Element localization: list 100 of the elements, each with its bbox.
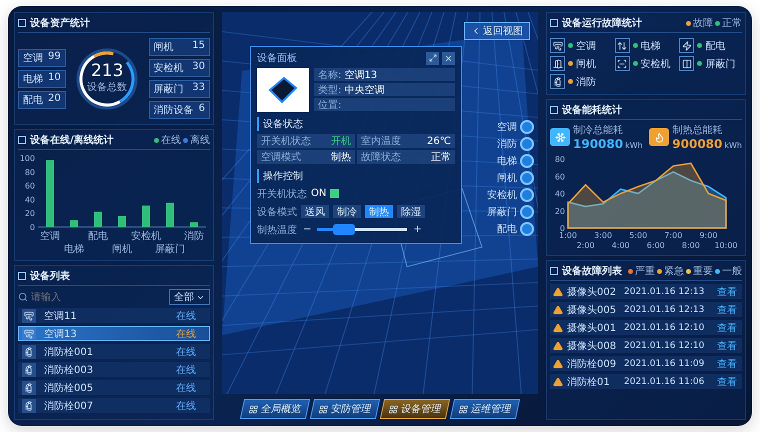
energy-value: 190080 bbox=[573, 137, 624, 151]
filter-dropdown[interactable]: 全部 bbox=[169, 289, 210, 305]
field-label: 名称: bbox=[318, 68, 342, 82]
axis-label: 6:00 bbox=[646, 241, 665, 250]
view-link[interactable]: 查看 bbox=[717, 302, 739, 316]
back-button[interactable]: 返回视图 bbox=[464, 22, 530, 40]
legend-label: 严重 bbox=[635, 264, 655, 278]
device-label: 闸机 bbox=[576, 58, 596, 70]
legend-label: 离线 bbox=[190, 134, 210, 147]
device-label: 屏蔽门 bbox=[705, 58, 736, 70]
field-value: 空调13 bbox=[344, 68, 378, 82]
bar bbox=[118, 216, 126, 227]
view-link[interactable]: 查看 bbox=[717, 320, 739, 334]
axis-label: 8:00 bbox=[682, 241, 700, 250]
stat-value: 10 bbox=[48, 72, 61, 84]
field-label: 开关机状态 bbox=[261, 134, 311, 148]
axis-label: 20 bbox=[24, 209, 35, 218]
device-name: 消防栓003 bbox=[44, 364, 94, 377]
view-link[interactable]: 查看 bbox=[717, 338, 739, 352]
axis-label: 0 bbox=[30, 223, 35, 232]
layer-toggle[interactable]: 安检机 bbox=[487, 188, 534, 202]
layer-toggle[interactable]: 消防 bbox=[497, 137, 534, 151]
nav-tab[interactable]: 全局概览 bbox=[240, 399, 310, 419]
nav-tab[interactable]: 安防管理 bbox=[310, 399, 380, 419]
device-label: 消防 bbox=[576, 76, 596, 88]
nav-tab[interactable]: 运维管理 bbox=[450, 399, 520, 419]
view-link[interactable]: 查看 bbox=[717, 356, 739, 370]
mode-option[interactable]: 送风 bbox=[301, 205, 329, 218]
energy-value: 900080 bbox=[672, 137, 722, 151]
section-icon bbox=[18, 272, 26, 280]
close-button[interactable] bbox=[442, 52, 455, 64]
layer-toggle[interactable]: 空调 bbox=[497, 120, 534, 134]
field-value: 正常 bbox=[431, 150, 451, 164]
maximize-button[interactable] bbox=[426, 52, 439, 64]
axis-label: 10:00 bbox=[714, 241, 738, 250]
stat-label: 配电 bbox=[23, 94, 43, 106]
fault-time: 2021.01.16 11:06 bbox=[624, 376, 706, 386]
nav-tab[interactable]: 设备管理 bbox=[380, 399, 450, 419]
axis-label: 消防 bbox=[184, 231, 204, 242]
scan-icon bbox=[614, 56, 630, 71]
section-icon bbox=[18, 19, 26, 27]
mode-option[interactable]: 制冷 bbox=[333, 205, 361, 218]
expand-icon bbox=[428, 54, 436, 62]
stat-label: 空调 bbox=[23, 52, 43, 64]
layer-toggle[interactable]: 闸机 bbox=[497, 171, 534, 185]
fire-extinguisher-icon bbox=[22, 381, 36, 395]
axis-label: 配电 bbox=[88, 231, 108, 242]
close-icon bbox=[444, 54, 453, 62]
stat-label: 电梯 bbox=[23, 72, 43, 86]
axis-label: 80 bbox=[554, 155, 565, 164]
legend-label: 紧急 bbox=[664, 264, 684, 278]
view-link[interactable]: 查看 bbox=[717, 374, 739, 388]
slider-thumb[interactable] bbox=[333, 224, 356, 235]
axis-label: 4:00 bbox=[612, 241, 630, 250]
fault-time: 2021.01.16 12:13 bbox=[624, 286, 706, 296]
fire-extinguisher-icon bbox=[22, 345, 36, 359]
minus-button[interactable]: − bbox=[301, 224, 314, 235]
layer-toggle[interactable]: 电梯 bbox=[497, 154, 534, 168]
legend-label: 故障 bbox=[693, 16, 713, 30]
legend-label: 在线 bbox=[161, 134, 181, 147]
device-row[interactable]: 空调13 在线 bbox=[18, 326, 210, 341]
device-name: 空调13 bbox=[44, 328, 78, 341]
door-icon bbox=[550, 56, 565, 71]
flame-icon bbox=[649, 128, 670, 146]
device-label: 配电 bbox=[705, 40, 726, 52]
section-icon bbox=[18, 136, 26, 144]
axis-label: 电梯 bbox=[64, 244, 84, 255]
axis-label: 40 bbox=[554, 190, 565, 198]
fault-device: 摄像头001 bbox=[567, 322, 618, 334]
stat-value: 33 bbox=[192, 82, 205, 95]
axis-label: 安检机 bbox=[131, 231, 161, 242]
section-icon bbox=[550, 19, 558, 27]
air-conditioner-icon bbox=[22, 327, 36, 341]
fault-time: 2021.01.16 11:09 bbox=[624, 358, 706, 368]
device-status: 在线 bbox=[176, 364, 197, 377]
axis-label: 60 bbox=[24, 182, 35, 191]
mode-option[interactable]: 除湿 bbox=[397, 205, 425, 218]
axis-label: 1:00 bbox=[559, 231, 577, 240]
layer-toggle[interactable]: 屏蔽门 bbox=[487, 205, 534, 219]
section-icon bbox=[550, 267, 558, 275]
legend-label: 重要 bbox=[693, 264, 713, 278]
fault-device: 摄像头008 bbox=[567, 340, 618, 352]
device-row[interactable]: 消防栓001 在线 bbox=[18, 344, 210, 359]
device-status: 在线 bbox=[176, 400, 197, 413]
search-field[interactable]: 请输入 bbox=[31, 292, 121, 302]
device-row[interactable]: 消防栓005 在线 bbox=[18, 380, 210, 395]
layer-toggle[interactable]: 配电 bbox=[497, 222, 534, 236]
gauge-ring-drawing bbox=[76, 48, 138, 109]
field-label: 开关机状态 bbox=[257, 188, 307, 200]
energy-unit: kWh bbox=[625, 141, 643, 150]
device-name: 空调11 bbox=[44, 310, 78, 323]
field-value: 制热 bbox=[331, 150, 351, 164]
device-row[interactable]: 消防栓003 在线 bbox=[18, 362, 210, 377]
power-switch[interactable] bbox=[330, 189, 340, 198]
air-conditioner-icon bbox=[550, 38, 565, 53]
field-label: 空调模式 bbox=[261, 150, 301, 164]
plus-button[interactable]: + bbox=[411, 224, 424, 235]
view-link[interactable]: 查看 bbox=[717, 284, 739, 298]
device-row[interactable]: 空调11 在线 bbox=[18, 308, 210, 323]
device-row[interactable]: 消防栓007 在线 bbox=[18, 398, 210, 413]
